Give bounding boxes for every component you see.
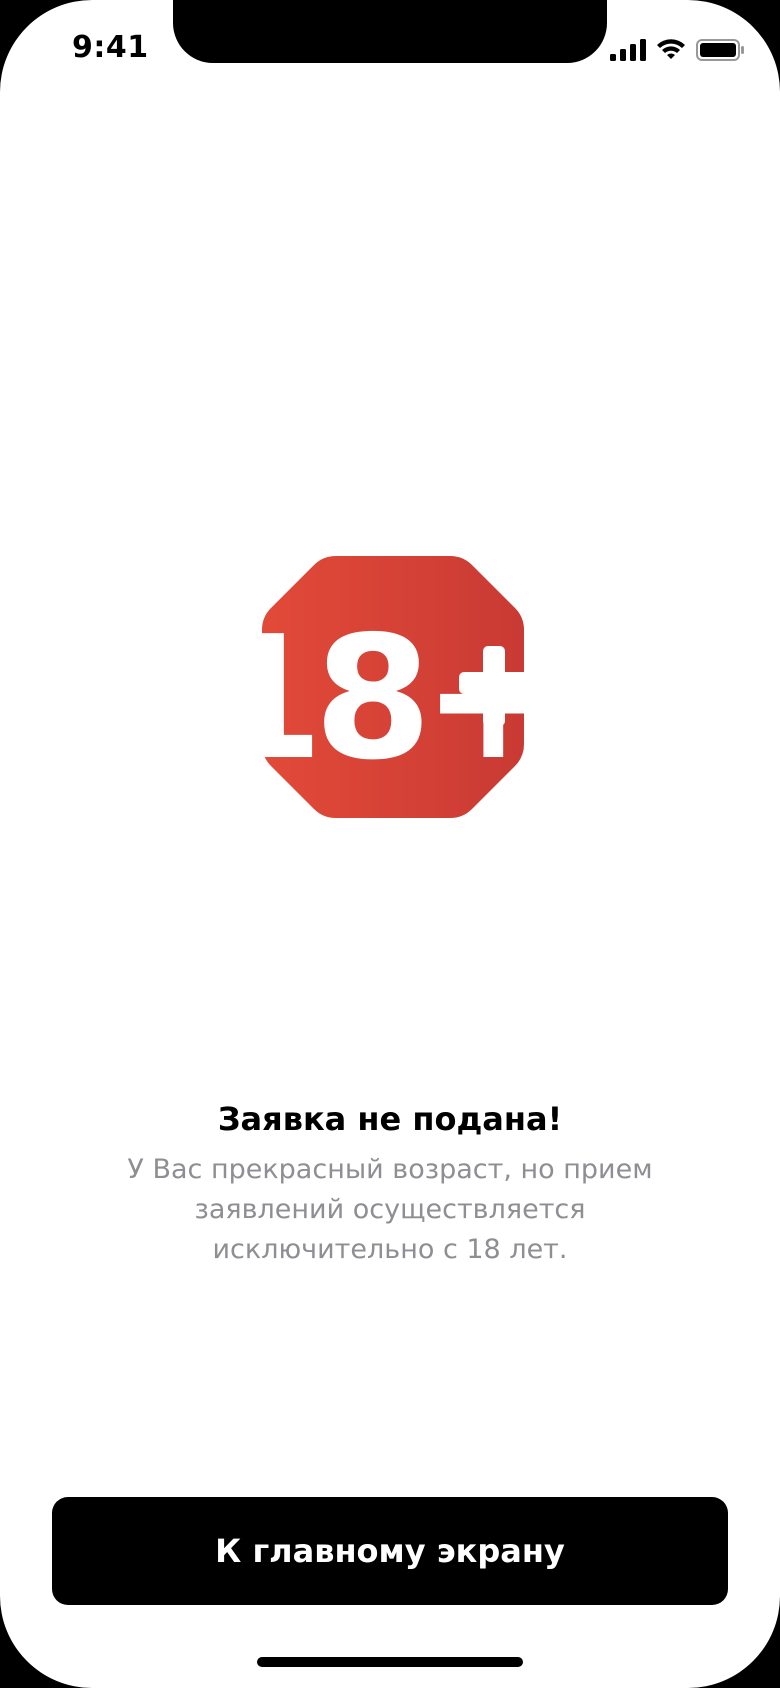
go-to-home-button-label: К главному экрану bbox=[215, 1532, 565, 1570]
status-time: 9:41 bbox=[72, 30, 149, 65]
screen: 9:41 8+ Заявка не подана! У Вас прекрасн… bbox=[0, 0, 780, 1688]
badge-text: 18+ bbox=[258, 600, 528, 798]
error-message-line: заявлений осуществляется bbox=[194, 1194, 586, 1225]
error-message-line: У Вас прекрасный возраст, но прием bbox=[127, 1154, 653, 1185]
battery-icon bbox=[696, 39, 744, 61]
status-icons bbox=[610, 36, 744, 64]
wifi-icon bbox=[657, 39, 685, 59]
cellular-signal-icon bbox=[610, 39, 646, 61]
error-message: У Вас прекрасный возраст, но прием заявл… bbox=[110, 1150, 670, 1270]
age-restriction-18-plus-icon: 18+ bbox=[205, 552, 565, 822]
error-title: Заявка не подана! bbox=[217, 1100, 563, 1138]
error-message-line: исключительно с 18 лет. bbox=[212, 1234, 568, 1265]
go-to-home-button[interactable]: К главному экрану bbox=[52, 1497, 728, 1605]
home-indicator[interactable] bbox=[257, 1657, 523, 1667]
device-notch bbox=[173, 0, 607, 63]
